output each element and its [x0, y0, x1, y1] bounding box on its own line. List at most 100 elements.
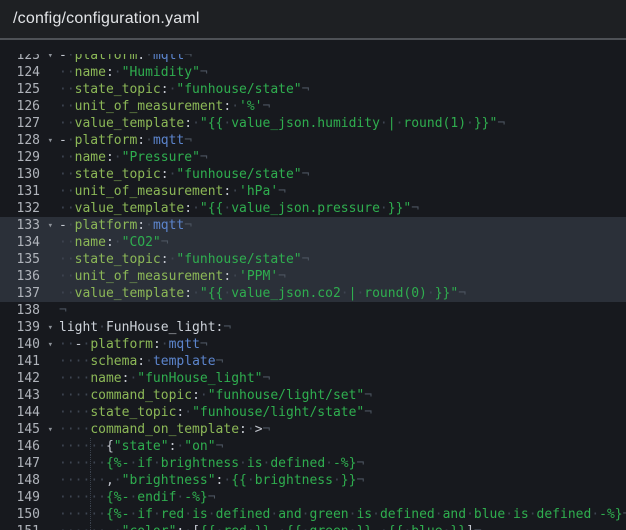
- code-text[interactable]: ······,·"brightness":·{{·brightness·}}¬: [56, 472, 626, 489]
- whitespace-dot: ·: [90, 473, 98, 488]
- code-token: unit_of_measurement: [75, 269, 224, 284]
- code-line-131: 131··unit_of_measurement:·'hPa'¬: [0, 183, 626, 200]
- code-text[interactable]: ······{"state":·"on"¬: [56, 438, 626, 455]
- code-token: :: [161, 167, 169, 182]
- code-text[interactable]: ··value_template:·"{{·value_json.co2·|·r…: [56, 285, 626, 302]
- line-number: 140: [0, 336, 40, 353]
- fold-arrow-icon[interactable]: ▾: [48, 422, 53, 439]
- whitespace-dot: ·: [59, 456, 67, 471]
- whitespace-dot: ·: [67, 65, 75, 80]
- code-text[interactable]: -·platform:·mqtt¬: [56, 132, 626, 149]
- code-text[interactable]: ····command_on_template:·>¬: [56, 421, 626, 438]
- code-token: '%': [239, 99, 262, 114]
- code-token: "funhouse/light/state": [192, 405, 364, 420]
- code-text[interactable]: ··unit_of_measurement:·'%'¬: [56, 98, 626, 115]
- code-text[interactable]: ··value_template:·"{{·value_json.pressur…: [56, 200, 626, 217]
- code-token: "Pressure": [122, 150, 200, 165]
- eol-marker: ¬: [356, 456, 364, 471]
- code-token: defined: [216, 507, 271, 522]
- code-token: mqtt: [153, 218, 184, 233]
- code-text[interactable]: ··state_topic:·"funhouse/state"¬: [56, 166, 626, 183]
- fold-arrow-icon[interactable]: ▾: [48, 48, 53, 65]
- eol-marker: ¬: [223, 320, 231, 335]
- code-text[interactable]: ····name:·"funHouse_light"¬: [56, 370, 626, 387]
- code-text[interactable]: ····schema:·template¬: [56, 353, 626, 370]
- code-editor[interactable]: 123▾-·platform:·mqtt¬124··name:·"Humidit…: [0, 42, 626, 530]
- code-text[interactable]: ¬: [56, 302, 626, 319]
- whitespace-dot: ·: [67, 252, 75, 267]
- eol-marker: ¬: [263, 371, 271, 386]
- code-token: FunHouse_light: [106, 320, 216, 335]
- code-token: }}: [450, 524, 466, 530]
- code-text[interactable]: ····command_topic:·"funhouse/light/set"¬: [56, 387, 626, 404]
- code-text[interactable]: ··unit_of_measurement:·'hPa'¬: [56, 183, 626, 200]
- fold-arrow-icon[interactable]: ▾: [48, 218, 53, 235]
- whitespace-dot: ·: [67, 286, 75, 301]
- line-number: 130: [0, 166, 40, 183]
- code-text[interactable]: -·platform:·mqtt¬: [56, 217, 626, 234]
- code-token: platform: [75, 133, 138, 148]
- code-line-151: 151······,·"color":·[{{·red·}},·{{·green…: [0, 523, 626, 530]
- whitespace-dot: ·: [231, 269, 239, 284]
- code-token: if: [137, 456, 153, 471]
- whitespace-dot: ·: [380, 116, 388, 131]
- eol-marker: ¬: [184, 218, 192, 233]
- gutter-cell: 141: [0, 353, 56, 370]
- whitespace-dot: ·: [67, 201, 75, 216]
- code-token: name: [75, 65, 106, 80]
- code-text[interactable]: ··value_template:·"{{·value_json.humidit…: [56, 115, 626, 132]
- fold-arrow-icon[interactable]: ▾: [48, 320, 53, 337]
- code-text[interactable]: ··name:·"Pressure"¬: [56, 149, 626, 166]
- code-text[interactable]: ······{%-·endif·-%}¬: [56, 489, 626, 506]
- code-token: -: [59, 48, 67, 63]
- eol-marker: ¬: [200, 337, 208, 352]
- whitespace-dot: ·: [341, 286, 349, 301]
- code-text[interactable]: ····state_topic:·"funhouse/light/state"¬: [56, 404, 626, 421]
- whitespace-dot: ·: [59, 82, 67, 97]
- code-text[interactable]: ··state_topic:·"funhouse/state"¬: [56, 251, 626, 268]
- whitespace-dot: ·: [192, 116, 200, 131]
- code-text[interactable]: ··unit_of_measurement:·'PPM'¬: [56, 268, 626, 285]
- line-number: 132: [0, 200, 40, 217]
- code-text[interactable]: light·FunHouse_light:¬: [56, 319, 626, 336]
- gutter-cell: 124: [0, 64, 56, 81]
- line-number: 127: [0, 115, 40, 132]
- fold-arrow-icon[interactable]: ▾: [48, 337, 53, 354]
- code-line-139: 139▾light·FunHouse_light:¬: [0, 319, 626, 336]
- code-token: }}: [255, 524, 271, 530]
- eol-marker: ¬: [278, 184, 286, 199]
- whitespace-dot: ·: [59, 65, 67, 80]
- code-line-146: 146······{"state":·"on"¬: [0, 438, 626, 455]
- whitespace-dot: ·: [145, 354, 153, 369]
- code-text[interactable]: ··name:·"Humidity"¬: [56, 64, 626, 81]
- code-token: "funhouse/state": [176, 82, 301, 97]
- whitespace-dot: ·: [90, 524, 98, 530]
- code-text[interactable]: ······{%-·if·red·is·defined·and·green·is…: [56, 506, 626, 523]
- code-text[interactable]: -·platform:·mqtt¬: [56, 47, 626, 64]
- code-text[interactable]: ······{%-·if·brightness·is·defined·-%}¬: [56, 455, 626, 472]
- code-line-125: 125··state_topic:·"funhouse/state"¬: [0, 81, 626, 98]
- eol-marker: ¬: [161, 235, 169, 250]
- code-text[interactable]: ··name:·"CO2"¬: [56, 234, 626, 251]
- whitespace-dot: ·: [67, 388, 75, 403]
- whitespace-dot: ·: [184, 524, 192, 530]
- code-line-134: 134··name:·"CO2"¬: [0, 234, 626, 251]
- code-token: schema: [90, 354, 137, 369]
- code-token: state_topic: [75, 252, 161, 267]
- whitespace-dot: ·: [67, 218, 75, 233]
- code-token: ,: [372, 524, 380, 530]
- code-text[interactable]: ··state_topic:·"funhouse/state"¬: [56, 81, 626, 98]
- code-token: mqtt: [153, 48, 184, 63]
- whitespace-dot: ·: [591, 507, 599, 522]
- code-token: }}: [356, 524, 372, 530]
- whitespace-dot: ·: [67, 439, 75, 454]
- code-line-141: 141····schema:·template¬: [0, 353, 626, 370]
- code-text[interactable]: ··-·platform:·mqtt¬: [56, 336, 626, 353]
- gutter-cell: 137: [0, 285, 56, 302]
- code-token: name: [75, 235, 106, 250]
- code-token: }}: [341, 473, 357, 488]
- code-text[interactable]: ······,·"color":·[{{·red·}},·{{·green·}}…: [56, 523, 626, 530]
- code-token: :: [161, 82, 169, 97]
- code-line-147: 147······{%-·if·brightness·is·defined·-%…: [0, 455, 626, 472]
- fold-arrow-icon[interactable]: ▾: [48, 133, 53, 150]
